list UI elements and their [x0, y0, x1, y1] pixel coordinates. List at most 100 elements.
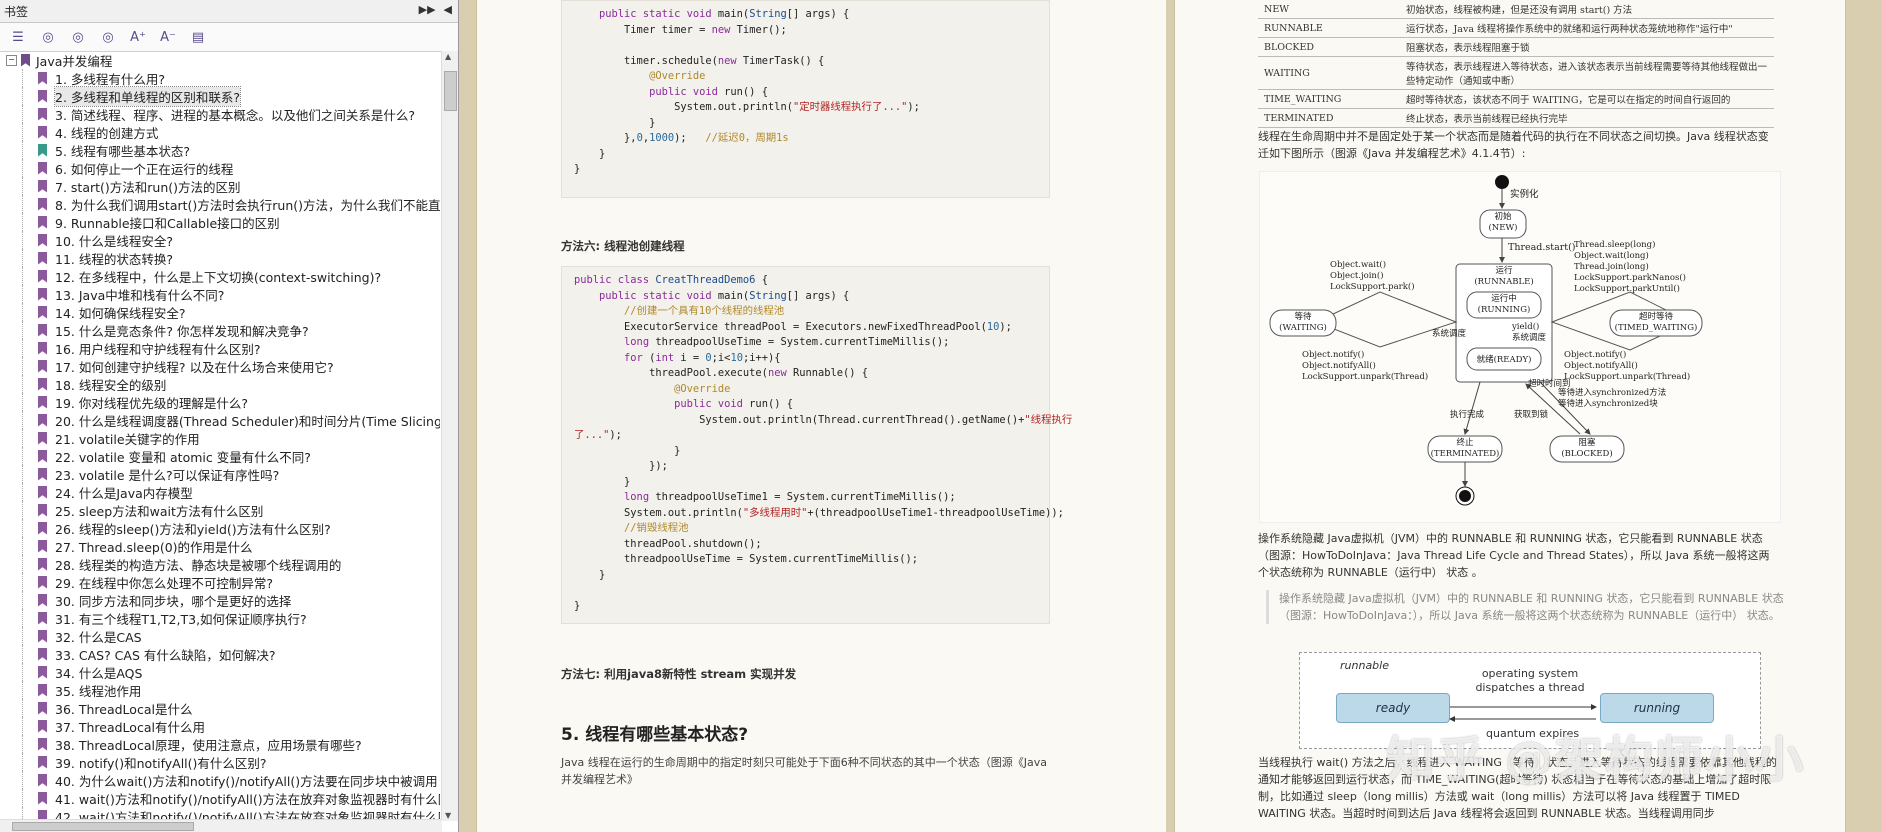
page-paper: NEW 初始状态，线程被构建，但是还没有调用 start() 方法 RUNNABLE… [1174, 0, 1846, 832]
bookmark-item[interactable]: 10. 什么是线程安全? [0, 231, 440, 249]
bookmark-item[interactable]: 33. CAS? CAS 有什么缺陷，如何解决? [0, 645, 440, 663]
bookmark-item[interactable]: 5. 线程有哪些基本状态? [0, 141, 440, 159]
bookmark-item[interactable]: 19. 你对线程优先级的理解是什么? [0, 393, 440, 411]
bookmark-item[interactable]: 22. volatile 变量和 atomic 变量有什么不同? [0, 447, 440, 465]
expand-bookmark-icon[interactable]: ◎ [68, 27, 88, 47]
state-table-row: TIME_WAITING 超时等待状态，该状态不同于 WAITING，它是可以在指… [1258, 89, 1774, 109]
bookmark-properties-icon[interactable]: ▤ [188, 27, 208, 47]
bookmark-item[interactable]: 38. ThreadLocal原理，使用注意点，应用场景有哪些? [0, 735, 440, 753]
bookmark-item[interactable]: 31. 有三个线程T1,T2,T3,如何保证顺序执行? [0, 609, 440, 627]
bookmark-item-label: 38. ThreadLocal原理，使用注意点，应用场景有哪些? [55, 737, 362, 753]
bookmark-item[interactable]: 11. 线程的状态转换? [0, 249, 440, 267]
bookmark-item[interactable]: 17. 如何创建守护线程? 以及在什么场合来使用它? [0, 357, 440, 375]
thread-state-table: NEW 初始状态，线程被构建，但是还没有调用 start() 方法 RUNNABLE… [1258, 0, 1774, 128]
bookmark-item[interactable]: 35. 线程池作用 [0, 681, 440, 699]
bookmark-item[interactable]: 37. ThreadLocal有什么用 [0, 717, 440, 735]
bookmark-icon [38, 233, 47, 247]
bookmark-options-icon[interactable]: ☰ [8, 27, 28, 47]
bookmark-item[interactable]: 16. 用户线程和守护线程有什么区别? [0, 339, 440, 357]
bookmark-item[interactable]: 7. start()方法和run()方法的区别 [0, 177, 440, 195]
bookmark-item-label: 10. 什么是线程安全? [55, 233, 173, 249]
bookmark-item[interactable]: 40. 为什么wait()方法和notify()/notifyAll()方法要在… [0, 771, 440, 789]
bookmark-item[interactable]: 27. Thread.sleep(0)的作用是什么 [0, 537, 440, 555]
bookmark-item[interactable]: 41. wait()方法和notify()/notifyAll()方法在放弃对象… [0, 789, 440, 807]
bookmark-item[interactable]: 24. 什么是Java内存模型 [0, 483, 440, 501]
bookmark-icon [38, 719, 47, 733]
bookmark-item[interactable]: 4. 线程的创建方式 [0, 123, 440, 141]
bookmark-item[interactable]: 12. 在多线程中，什么是上下文切换(context-switching)? [0, 267, 440, 285]
collapse-node-icon[interactable]: − [6, 54, 17, 66]
bookmark-vertical-scrollbar[interactable]: ▲ ▼ [441, 51, 458, 821]
bookmark-icon [38, 467, 47, 481]
scroll-down-icon[interactable]: ▼ [445, 811, 451, 820]
state-table-row: BLOCKED 阻塞状态，表示线程阻塞于锁 [1258, 37, 1774, 57]
bookmark-item[interactable]: 2. 多线程和单线程的区别和联系? [0, 85, 440, 107]
bookmark-item-label: 24. 什么是Java内存模型 [55, 485, 193, 501]
bookmark-item[interactable]: 39. notify()和notifyAll()有什么区别? [0, 753, 440, 771]
bookmark-item-label: 18. 线程安全的级别 [55, 377, 167, 393]
bookmark-icon [38, 413, 47, 427]
bookmark-item[interactable]: 25. sleep方法和wait方法有什么区别 [0, 501, 440, 519]
bookmark-item-label: 7. start()方法和run()方法的区别 [55, 179, 241, 195]
bookmark-item[interactable]: 34. 什么是AQS [0, 663, 440, 681]
document-page-left: public static void main(String[] args) {… [476, 0, 1168, 832]
state-table-row: WAITING 等待状态，表示线程进入等待状态，进入该状态表示当前线程需要等待其他… [1258, 56, 1774, 90]
label-from-timed-wait: Object.notify() Object.notifyAll() LockS… [1564, 350, 1691, 382]
bookmark-item[interactable]: 30. 同步方法和同步块，哪个是更好的选择 [0, 591, 440, 609]
bookmark-item-label: 20. 什么是线程调度器(Thread Scheduler)和时间分片(Time… [55, 413, 440, 429]
bookmark-item[interactable]: 15. 什么是竞态条件? 你怎样发现和解决竞争? [0, 321, 440, 339]
collapse-panel-icon[interactable]: ◀ [444, 3, 452, 16]
method-six-heading: 方法六: 线程池创建线程 [561, 239, 685, 253]
bookmark-item[interactable]: 32. 什么是CAS [0, 627, 440, 645]
bookmark-icon [38, 575, 47, 589]
bookmark-icon [38, 305, 47, 319]
bookmark-item-label: 9. Runnable接口和Callable接口的区别 [55, 215, 280, 231]
bookmark-item[interactable]: 26. 线程的sleep()方法和yield()方法有什么区别? [0, 519, 440, 537]
bookmark-item-label: 33. CAS? CAS 有什么缺陷，如何解决? [55, 647, 276, 663]
label-yield: yield() 系统调度 [1512, 322, 1547, 343]
bookmark-icon [38, 791, 47, 805]
font-decrease-icon[interactable]: A⁻ [158, 27, 178, 47]
bookmark-item[interactable]: 28. 线程类的构造方法、静态块是被哪个线程调用的 [0, 555, 440, 573]
bookmark-icon [38, 665, 47, 679]
scroll-up-icon[interactable]: ▲ [445, 52, 451, 61]
expand-panel-icon[interactable]: ▶▶ [419, 3, 436, 16]
state-name: BLOCKED [1258, 37, 1400, 57]
bookmark-item[interactable]: 3. 简述线程、程序、进程的基本概念。以及他们之间关系是什么? [0, 105, 440, 123]
bookmark-item[interactable]: 29. 在线程中你怎么处理不可控制异常? [0, 573, 440, 591]
bookmark-item[interactable]: 14. 如何确保线程安全? [0, 303, 440, 321]
bookmark-icon [38, 71, 47, 85]
bookmark-item[interactable]: 36. ThreadLocal是什么 [0, 699, 440, 717]
bookmark-item-label: 12. 在多线程中，什么是上下文切换(context-switching)? [55, 269, 382, 285]
add-bookmark-icon[interactable]: ◎ [38, 27, 58, 47]
bookmark-item-label: 5. 线程有哪些基本状态? [55, 143, 191, 159]
bookmark-item[interactable]: 1. 多线程有什么用? [0, 69, 440, 87]
bookmark-icon [38, 431, 47, 445]
bookmark-item[interactable]: 18. 线程安全的级别 [0, 375, 440, 393]
bookmark-item[interactable]: 9. Runnable接口和Callable接口的区别 [0, 213, 440, 231]
bookmark-item-label: 8. 为什么我们调用start()方法时会执行run()方法，为什么我们不能直接… [55, 197, 440, 213]
scroll-thumb[interactable] [444, 71, 457, 111]
code-block-timer: public static void main(String[] args) {… [561, 0, 1050, 198]
state-name: NEW [1258, 0, 1400, 19]
bookmark-icon [38, 287, 47, 301]
bookmark-item[interactable]: 6. 如何停止一个正在运行的线程 [0, 159, 440, 177]
font-increase-icon[interactable]: A⁺ [128, 27, 148, 47]
bookmark-item[interactable]: 21. volatile关键字的作用 [0, 429, 440, 447]
bookmark-item-label: 35. 线程池作用 [55, 683, 142, 699]
bookmark-item[interactable]: 20. 什么是线程调度器(Thread Scheduler)和时间分片(Time… [0, 411, 440, 429]
section-paragraph: Java 线程在运行的生命周期中的指定时刻只可能处于下面6种不同状态的其中一个状… [561, 756, 1047, 786]
bookmark-icon [38, 539, 47, 553]
bookmark-item[interactable]: 8. 为什么我们调用start()方法时会执行run()方法，为什么我们不能直接… [0, 195, 440, 213]
bookmark-item[interactable]: 23. volatile 是什么?可以保证有序性吗? [0, 465, 440, 483]
bookmark-icon [38, 737, 47, 751]
bookmark-item-label: 2. 多线程和单线程的区别和联系? [53, 85, 242, 107]
bookmark-icon [38, 323, 47, 337]
find-bookmark-icon[interactable]: ◎ [98, 27, 118, 47]
document-page-right: NEW 初始状态，线程被构建，但是还没有调用 start() 方法 RUNNABLE… [1166, 0, 1882, 832]
bookmark-item-label: 41. wait()方法和notify()/notifyAll()方法在放弃对象… [55, 791, 440, 807]
bookmark-root[interactable]: − Java并发编程 [0, 51, 440, 69]
hscroll-thumb[interactable] [12, 822, 194, 831]
bookmark-horizontal-scrollbar[interactable] [0, 819, 442, 832]
bookmark-item[interactable]: 13. Java中堆和栈有什么不同? [0, 285, 440, 303]
